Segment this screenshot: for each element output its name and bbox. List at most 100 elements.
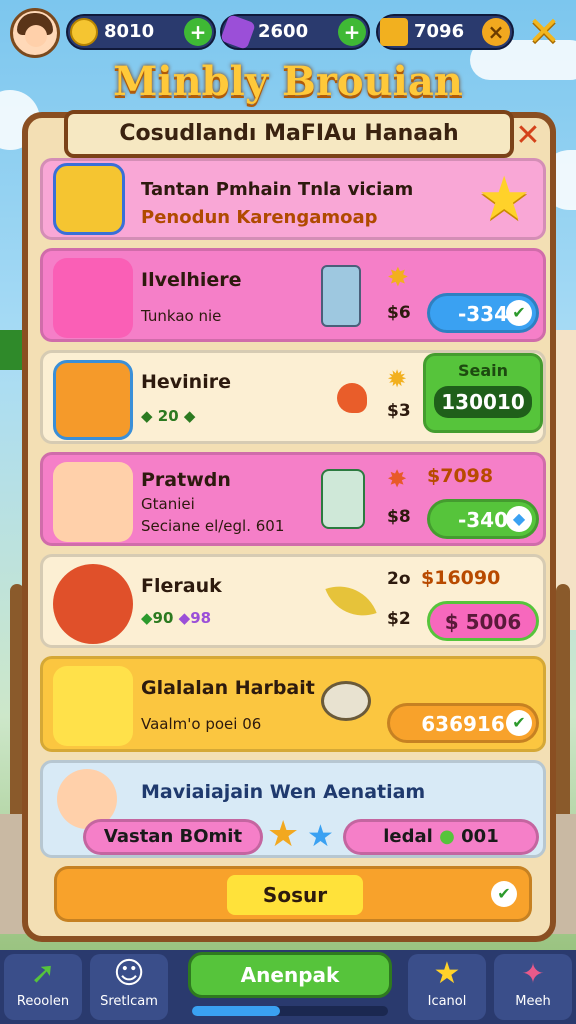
buy-button-value: -340 [457, 508, 509, 532]
check-icon: ✔ [506, 300, 532, 326]
star-icon: ★ [433, 956, 461, 991]
nav-label: Sretlcam [100, 994, 158, 1009]
confirm-button[interactable]: Sosur [227, 875, 363, 915]
buy-button-value: $ 5006 [444, 610, 522, 634]
nav-label: Icanol [427, 994, 467, 1009]
item-title: Glalalan Harbait [141, 677, 315, 699]
nav-item-5[interactable]: ✦ Meeh [494, 954, 572, 1020]
promo-card: Maviaiajain Wen Aenatiam Vastan BOmit ★ … [40, 760, 546, 858]
item-prefix: 2o [387, 569, 411, 589]
progress-bar [192, 1006, 388, 1016]
shop-item-1[interactable]: Ilvelhiere Tunkao nie ✸ $6 -334 ✔ [40, 248, 546, 342]
promo-left-text: Vastan BOmit [103, 826, 243, 847]
coin-value: 8010 [104, 21, 155, 42]
item-big-price: $7098 [427, 465, 494, 487]
gold-value: 7096 [414, 21, 465, 42]
item-title: Ilvelhiere [141, 269, 242, 291]
item-price: $8 [387, 507, 411, 527]
coin-icon [70, 18, 98, 46]
gold-cube-icon [380, 18, 408, 46]
item-5-buy-button[interactable]: 636916 ✔ [387, 703, 539, 743]
nav-label: Meeh [515, 994, 551, 1009]
blue-star-icon: ★ [307, 819, 334, 854]
item-1-buy-button[interactable]: -334 ✔ [427, 293, 539, 333]
item-2-buy-button[interactable]: Seain 130010 [423, 353, 543, 433]
item-subtitle: Gtaniei [141, 495, 195, 513]
game-title: Minbly Brouian [113, 58, 463, 105]
star-icon: ★ [267, 814, 300, 855]
close-icon[interactable]: ✕ [522, 10, 566, 54]
coin-counter[interactable]: 8010 + [66, 14, 216, 50]
smiley-icon: ☺ [113, 956, 145, 991]
potion-jar-icon [321, 265, 361, 327]
jar-icon [321, 469, 365, 529]
shop-panel: Cosudlandı MaFIAu Hanaah ✕ Tantan Pmhain… [22, 110, 556, 942]
nav-label: Reoolen [16, 994, 70, 1009]
gem-counter[interactable]: 2600 + [220, 14, 370, 50]
gem-icon [220, 14, 256, 50]
item-4-buy-button[interactable]: $ 5006 [427, 601, 539, 641]
item-title: Hevinire [141, 371, 231, 393]
shop-item-4[interactable]: Flerauk ◆90 ◆98 2o $16090 $2 $ 5006 [40, 554, 546, 648]
item-subtitle: Tunkao nie [141, 307, 222, 325]
sparkle-icon: ✸ [387, 263, 409, 293]
confirm-bar: Sosur ✔ [54, 866, 532, 922]
gift-box-icon [53, 163, 125, 235]
item-price: $3 [387, 401, 411, 421]
flower-wand-icon [53, 258, 133, 338]
shop-item-2[interactable]: Hevinire ◆ 20 ◆ ✹ $3 Seain 130010 [40, 350, 546, 444]
item-big-price: $16090 [421, 567, 501, 589]
item-gem-count: ◆ 20 ◆ [141, 407, 196, 425]
progress-fill [192, 1006, 281, 1016]
gold-counter[interactable]: 7096 × [376, 14, 514, 50]
panel-title: Cosudlandı MaFIAu Hanaah [64, 110, 514, 158]
gem-value: 2600 [258, 21, 309, 42]
item-subtitle-2: Seciane el/egl. 601 [141, 517, 285, 535]
star-character-icon [53, 666, 133, 746]
sparkle-icon: ✹ [387, 365, 408, 393]
shell-pearl-icon [321, 681, 371, 721]
nav-item-4[interactable]: ★ Icanol [408, 954, 486, 1020]
bottom-nav: ➚ Reoolen ☺ Sretlcam Anenpak ★ Icanol ✦ … [0, 950, 576, 1024]
diamond-icon: ◆ [506, 506, 532, 532]
gold-close-icon[interactable]: × [482, 18, 510, 46]
buy-button-label: Seain [457, 361, 509, 380]
banner-card: Tantan Pmhain Tnla viciam Penodun Kareng… [40, 158, 546, 240]
add-gems-icon[interactable]: + [338, 18, 366, 46]
nav-item-1[interactable]: ➚ Reoolen [4, 954, 82, 1020]
robot-box-icon [53, 360, 133, 440]
check-icon: ✔ [506, 710, 532, 736]
shop-item-5[interactable]: Glalalan Harbait Vaalm'o poei 06 636916 … [40, 656, 546, 752]
check-icon: ✔ [491, 881, 517, 907]
buy-button-value: 130010 [434, 386, 532, 418]
buy-button-value: 636916 [421, 712, 505, 736]
top-hud: 8010 + 2600 + 7096 × ✕ [8, 8, 568, 58]
buy-button-value: -334 [457, 302, 509, 326]
shop-item-3[interactable]: Pratwdn Gtaniei Seciane el/egl. 601 ✸ $7… [40, 452, 546, 546]
nav-item-2[interactable]: ☺ Sretlcam [90, 954, 168, 1020]
player-avatar[interactable] [10, 8, 60, 58]
item-gem-count: ◆90 ◆98 [141, 609, 212, 627]
arrow-icon: ➚ [30, 956, 56, 991]
wand-icon: ✦ [521, 957, 545, 990]
orb-icon [53, 564, 133, 644]
leaf-gem-icon [337, 383, 367, 413]
star-sparkle-icon: ✸ [387, 465, 408, 493]
item-price: $6 [387, 303, 411, 323]
promo-right-pill[interactable]: ledal ● 001 [343, 819, 539, 855]
promo-right-value: 001 [461, 826, 499, 847]
promo-left-pill[interactable]: Vastan BOmit [83, 819, 263, 855]
feather-icon [325, 575, 377, 627]
add-coins-icon[interactable]: + [184, 18, 212, 46]
banner-subtitle: Penodun Karengamoap [141, 207, 378, 228]
girl-avatar-icon [53, 462, 133, 542]
item-title: Flerauk [141, 575, 222, 597]
item-price: $2 [387, 609, 411, 629]
promo-right-text: ledal [383, 826, 433, 847]
item-3-buy-button[interactable]: -340 ◆ [427, 499, 539, 539]
panel-close-icon[interactable]: ✕ [512, 120, 544, 152]
banner-title: Tantan Pmhain Tnla viciam [141, 179, 414, 200]
item-subtitle: Vaalm'o poei 06 [141, 715, 262, 733]
star-icon: ★ [477, 164, 531, 234]
nav-center-button[interactable]: Anenpak [188, 952, 392, 998]
